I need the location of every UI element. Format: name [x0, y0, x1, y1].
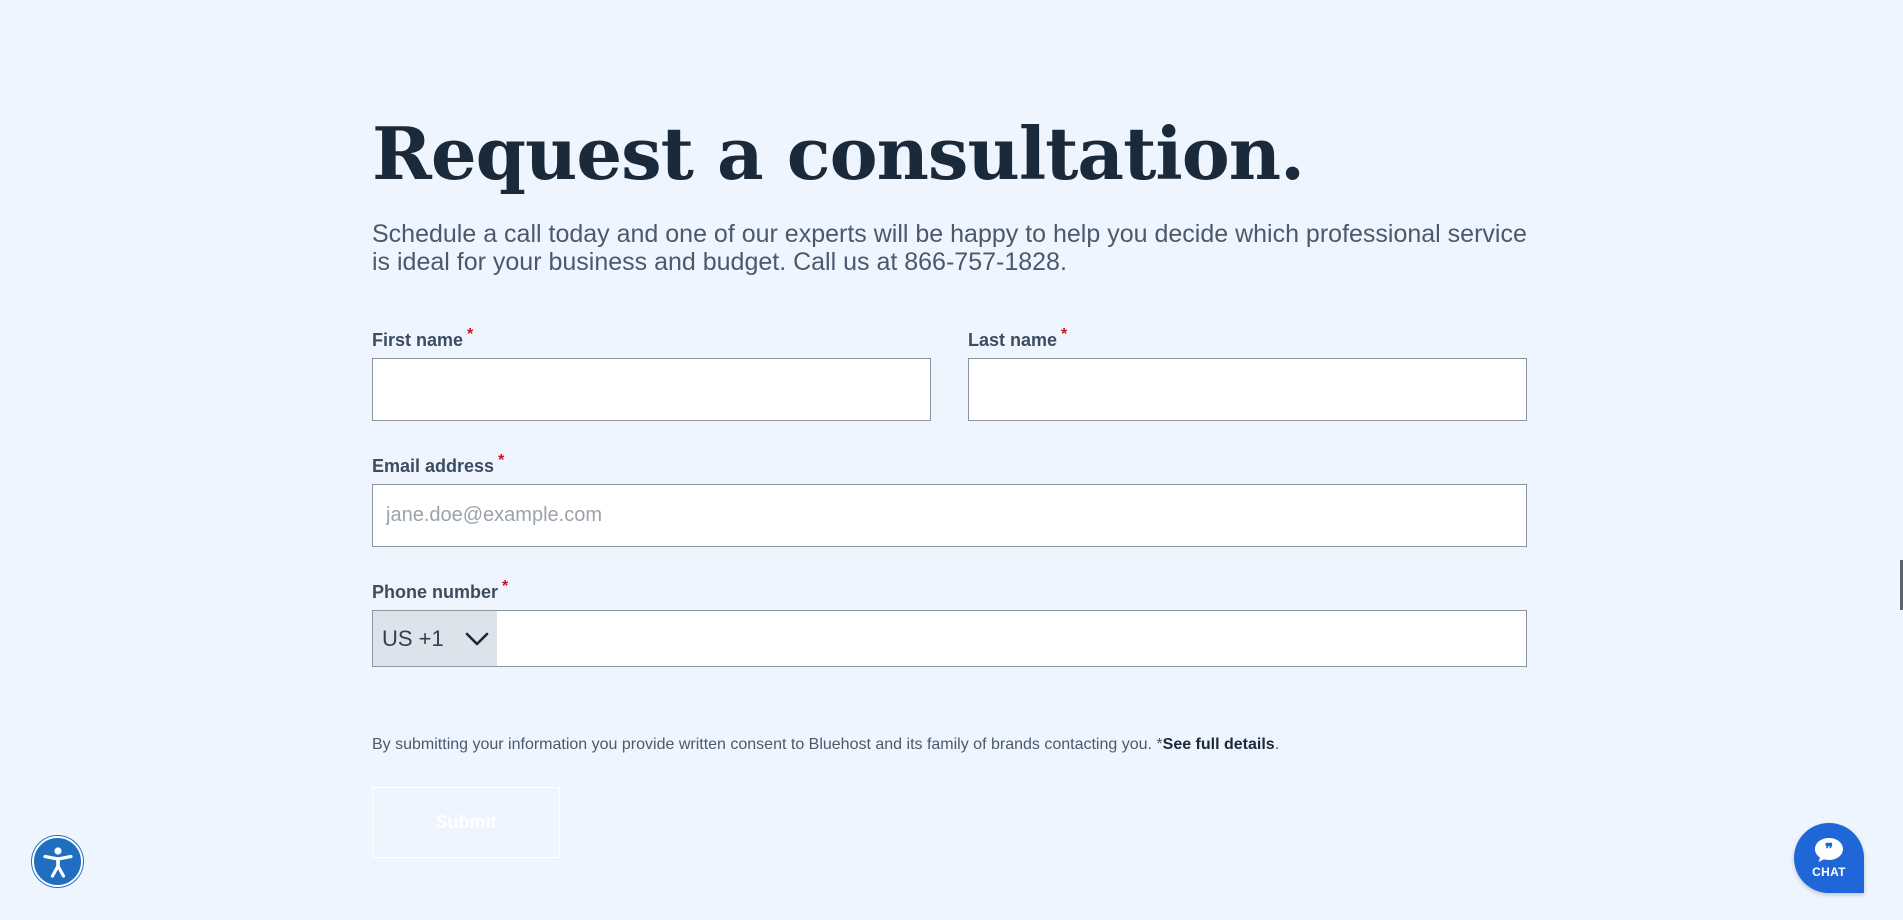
country-code-value: US +1 — [382, 625, 444, 651]
email-label: Email address * — [372, 452, 1527, 484]
first-name-input[interactable] — [372, 358, 931, 421]
page: Request a consultation. Schedule a call … — [0, 0, 1903, 920]
chat-label: CHAT — [1812, 865, 1846, 879]
submit-button[interactable]: Submit — [372, 787, 560, 858]
chat-button[interactable]: ❞ CHAT — [1794, 823, 1864, 893]
svg-text:❞: ❞ — [1825, 840, 1833, 858]
last-name-label-text: Last name — [968, 330, 1058, 350]
consent-text: By submitting your information you provi… — [372, 736, 1279, 754]
phone-field-group: Phone number * US +1 — [372, 578, 1527, 667]
last-name-label: Last name * — [968, 326, 1527, 358]
consent-text-end: . — [1274, 736, 1280, 753]
first-name-field-group: First name * — [372, 326, 931, 421]
phone-number-input[interactable] — [497, 611, 1526, 666]
first-name-label-text: First name — [372, 330, 464, 350]
phone-label-text: Phone number — [372, 582, 499, 602]
email-label-text: Email address — [372, 456, 495, 476]
page-subtitle: Schedule a call today and one of our exp… — [372, 220, 1527, 276]
email-input[interactable] — [372, 484, 1527, 547]
last-name-input[interactable] — [968, 358, 1527, 421]
phone-field: US +1 — [372, 610, 1527, 667]
required-marker: * — [467, 326, 474, 343]
accessibility-button[interactable] — [32, 836, 83, 887]
name-row: First name * Last name * — [372, 326, 1527, 421]
chat-bubble-icon: ❞ — [1815, 838, 1843, 862]
country-code-select[interactable]: US +1 — [373, 611, 497, 666]
last-name-field-group: Last name * — [968, 326, 1527, 421]
consent-text-body: By submitting your information you provi… — [372, 736, 1163, 753]
accessibility-icon — [42, 846, 73, 878]
consultation-form-section: Request a consultation. Schedule a call … — [372, 110, 1527, 667]
required-marker: * — [1061, 326, 1068, 343]
required-marker: * — [498, 452, 505, 469]
chevron-down-icon — [465, 632, 489, 645]
email-field-group: Email address * — [372, 452, 1527, 547]
page-title: Request a consultation. — [372, 111, 1305, 196]
see-full-details-link[interactable]: See full details — [1163, 736, 1275, 753]
phone-label: Phone number * — [372, 578, 1527, 610]
first-name-label: First name * — [372, 326, 931, 358]
required-marker: * — [502, 578, 509, 595]
